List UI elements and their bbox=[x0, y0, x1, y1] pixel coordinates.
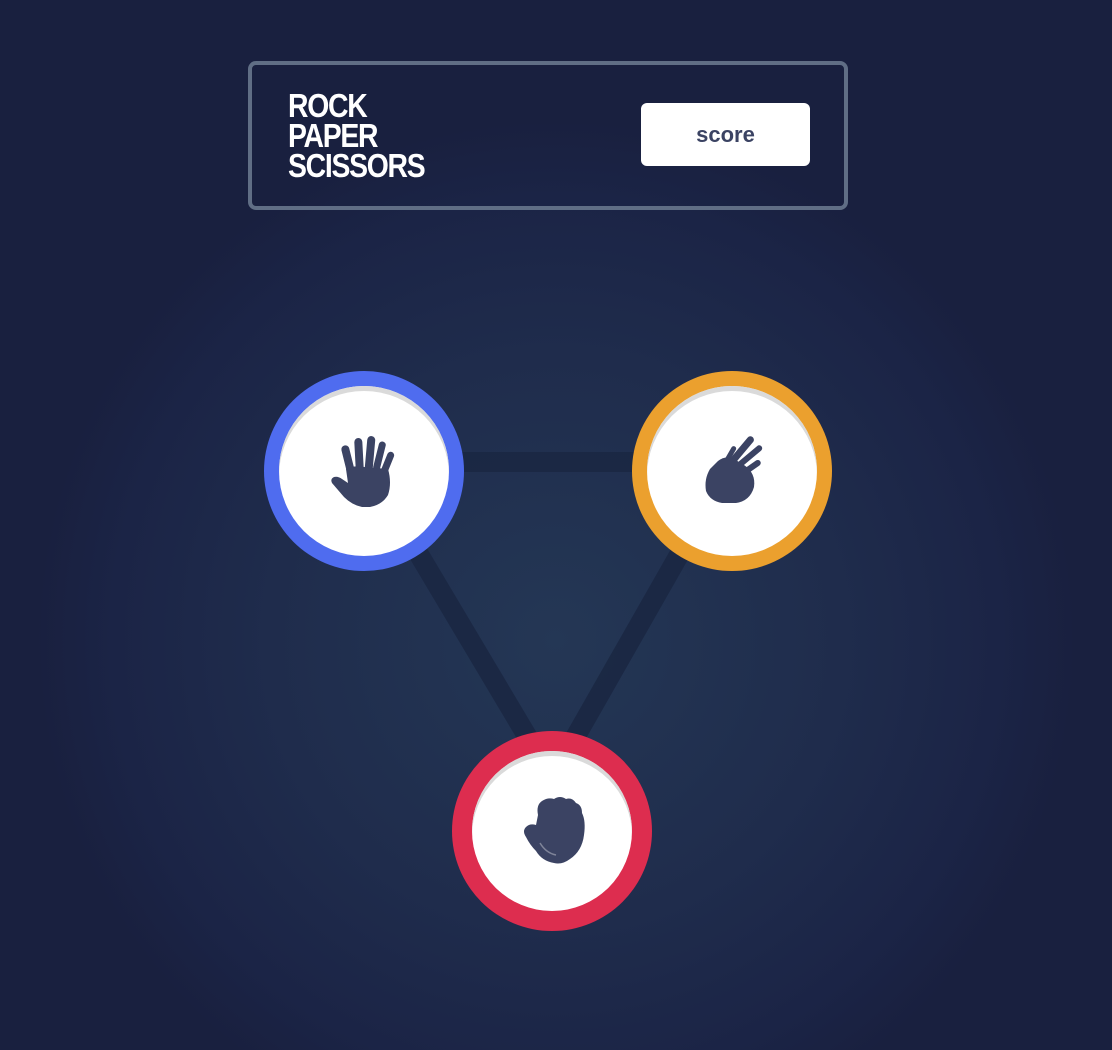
paper-hand-icon bbox=[331, 436, 395, 507]
rock-fist-icon bbox=[524, 797, 585, 864]
paper-button[interactable] bbox=[264, 371, 464, 571]
scissors-button[interactable] bbox=[632, 371, 832, 571]
scissors-hand-icon bbox=[705, 436, 763, 503]
game-board bbox=[0, 0, 1112, 1050]
rock-token-face bbox=[472, 751, 632, 911]
scissors-token-face bbox=[647, 386, 817, 556]
paper-token-face bbox=[279, 386, 449, 556]
rock-button[interactable] bbox=[452, 731, 652, 931]
